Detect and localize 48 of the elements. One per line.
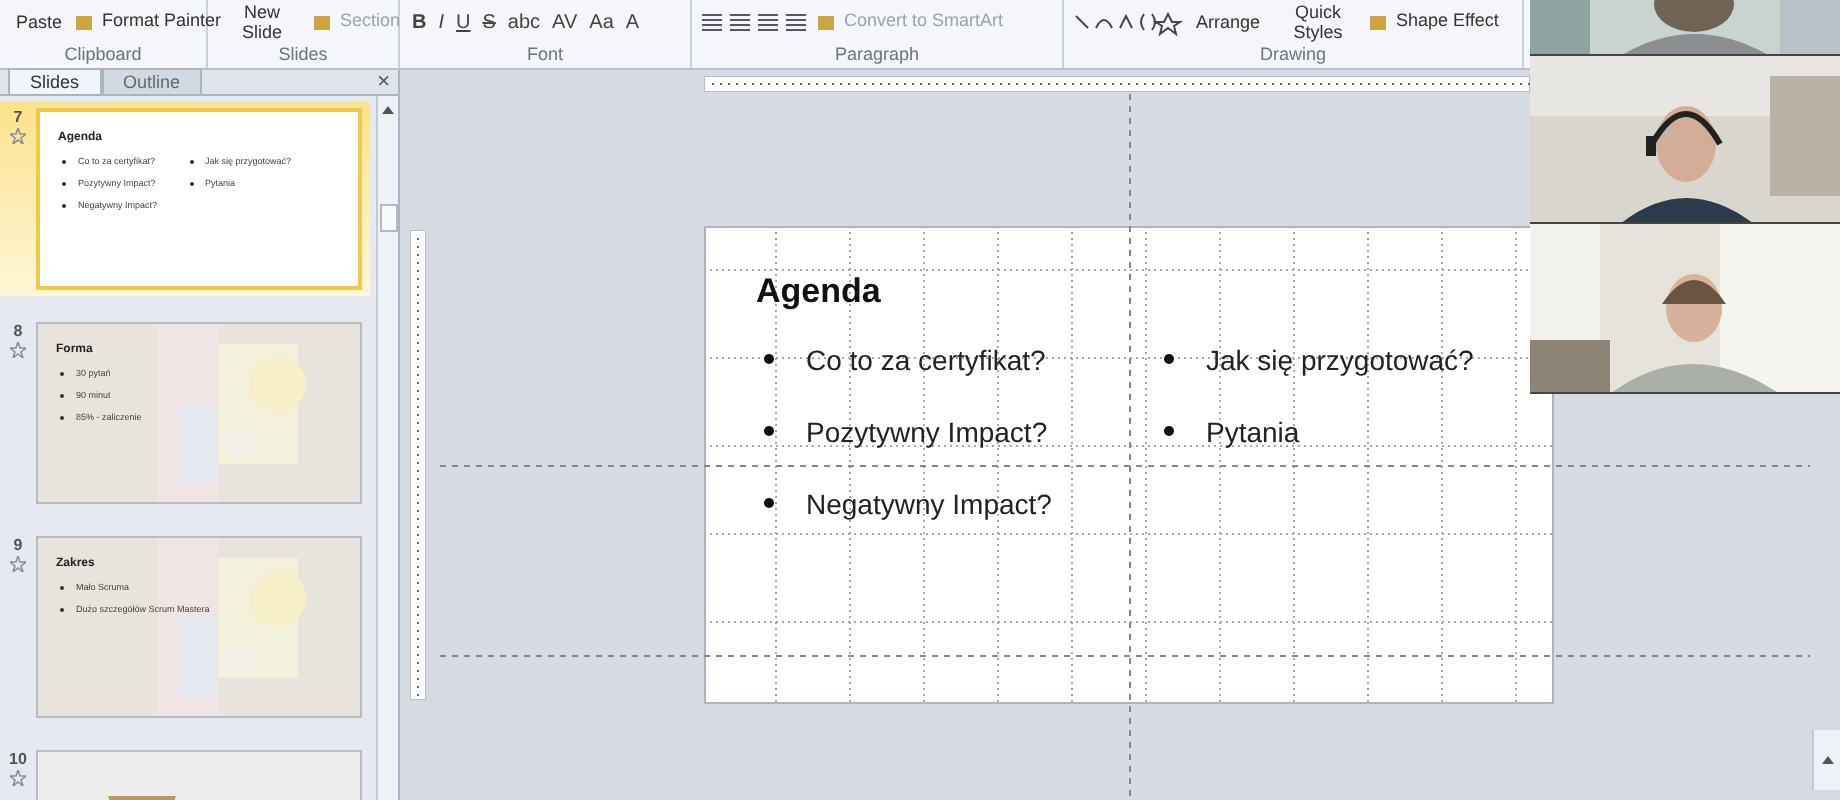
ribbon-button[interactable]: Shape Effect xyxy=(1368,8,1499,36)
scroll-thumb[interactable] xyxy=(379,204,397,232)
star-icon xyxy=(10,770,26,786)
font-format-button[interactable]: S xyxy=(478,7,500,37)
group-label: Clipboard xyxy=(62,44,144,68)
bullet-text: Negatywny Impact? xyxy=(806,485,1052,524)
bullet-text: Pozytywny Impact? xyxy=(806,413,1048,452)
bullet-icon xyxy=(764,426,774,436)
shapes-gallery-icon[interactable] xyxy=(1072,9,1184,35)
slide-number: 9 xyxy=(13,536,23,556)
font-format-button[interactable]: U xyxy=(452,7,475,37)
font-format-button[interactable]: B xyxy=(408,7,431,37)
scrollbar[interactable] xyxy=(376,96,398,800)
slide-number: 7 xyxy=(13,108,23,128)
bullet-icon xyxy=(764,498,774,508)
bullet-icon xyxy=(1164,354,1174,364)
font-format-button[interactable]: A xyxy=(621,7,644,37)
close-button[interactable]: × xyxy=(377,70,398,94)
font-format-button[interactable]: I xyxy=(434,7,449,37)
bullet-text: Co to za certyfikat? xyxy=(806,341,1046,380)
font-format-button[interactable]: Aa xyxy=(585,7,618,37)
bullet-icon xyxy=(189,182,194,187)
align-icons[interactable] xyxy=(700,10,812,34)
group-label: Font xyxy=(524,44,565,68)
bullet-text: Jak się przygotować? xyxy=(1206,341,1474,380)
font-format-button[interactable]: abc xyxy=(503,7,545,37)
star-icon xyxy=(10,556,26,572)
slide-number: 10 xyxy=(9,750,27,770)
group-label: Paragraph xyxy=(832,44,922,68)
ribbon-button[interactable]: Quick Styles xyxy=(1272,2,1365,42)
slide-title: Agenda xyxy=(756,270,881,314)
group-label: Drawing xyxy=(1257,44,1328,68)
ribbon-button[interactable]: Format Painter xyxy=(74,8,222,36)
pane-tab[interactable]: Outline xyxy=(101,68,203,94)
scrollbar[interactable] xyxy=(1812,730,1840,790)
ribbon-button[interactable]: Paste xyxy=(8,12,71,32)
bullet-icon xyxy=(1164,426,1174,436)
scroll-up-icon[interactable] xyxy=(380,104,396,116)
star-icon xyxy=(10,342,26,358)
bullet-icon xyxy=(189,160,194,165)
bullet-text: Pytania xyxy=(1206,413,1300,452)
ribbon-button[interactable]: Arrange xyxy=(1188,12,1269,32)
group-label: Slides xyxy=(276,44,330,68)
slide-number: 8 xyxy=(13,322,23,342)
pane-tab[interactable]: Slides xyxy=(8,68,102,94)
star-icon xyxy=(10,128,26,144)
font-format-button[interactable]: AV xyxy=(548,7,582,37)
bullet-icon xyxy=(764,354,774,364)
